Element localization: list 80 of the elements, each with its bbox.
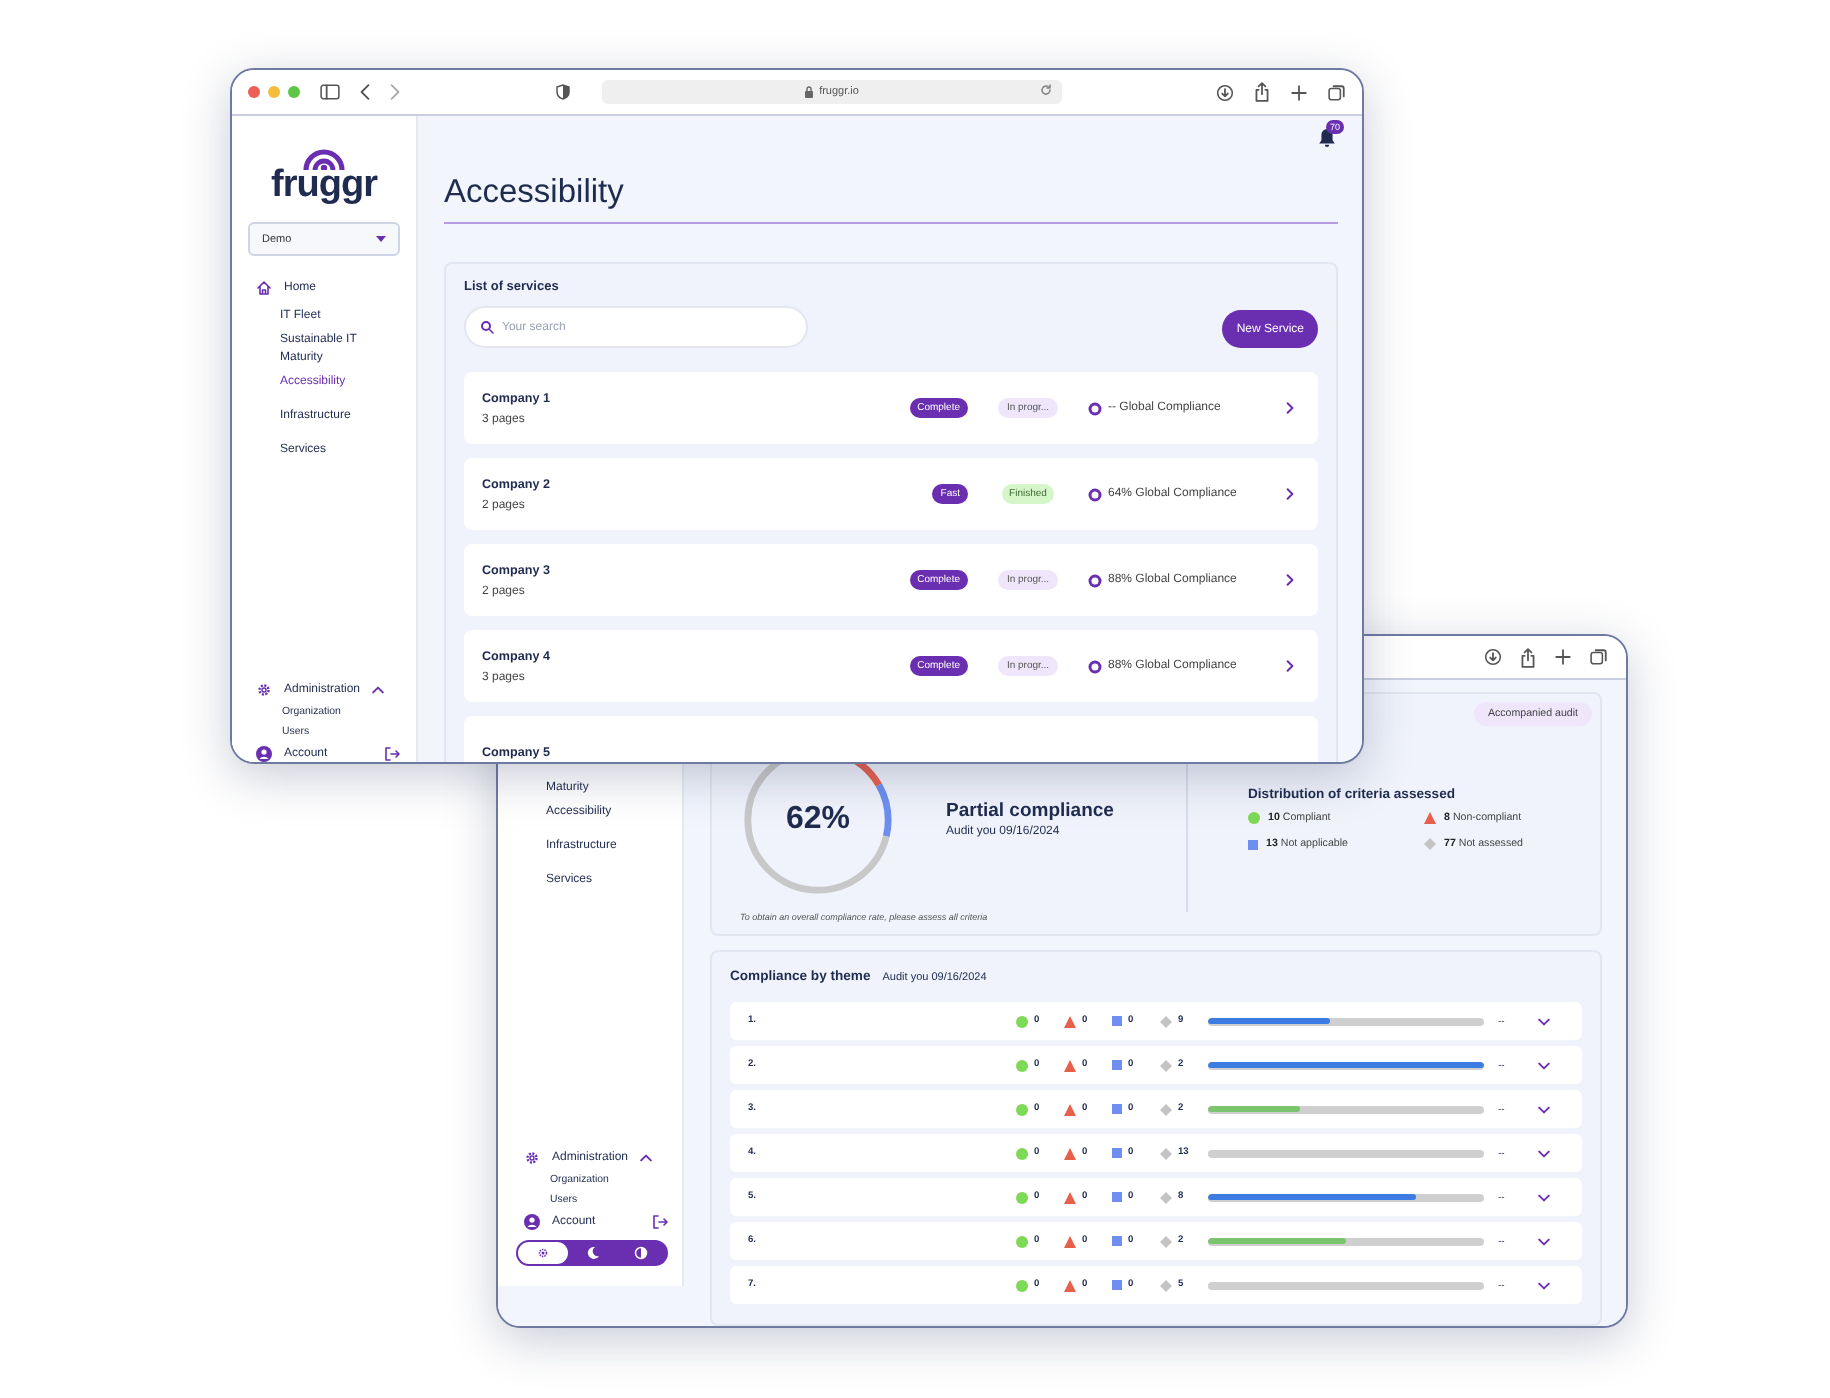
share-icon[interactable] bbox=[1520, 647, 1536, 667]
moon-icon bbox=[585, 1246, 599, 1260]
user-avatar-icon bbox=[524, 1214, 540, 1230]
chevron-down-icon[interactable] bbox=[1538, 1281, 1550, 1289]
square-icon bbox=[1112, 1192, 1122, 1202]
page-title: Accessibility bbox=[444, 174, 1338, 224]
circle-icon bbox=[1016, 1015, 1028, 1027]
triangle-icon bbox=[1064, 1147, 1076, 1159]
plus-icon[interactable] bbox=[1290, 83, 1308, 101]
share-icon[interactable] bbox=[1254, 82, 1270, 102]
diamond-icon bbox=[1160, 1059, 1172, 1071]
chevron-right-icon[interactable] bbox=[1286, 402, 1294, 414]
triangle-icon bbox=[1064, 1103, 1076, 1115]
square-icon bbox=[1112, 1236, 1122, 1246]
square-icon bbox=[1112, 1104, 1122, 1114]
diamond-icon bbox=[1160, 1015, 1172, 1027]
circle-icon bbox=[1016, 1191, 1028, 1203]
search-icon bbox=[480, 320, 494, 334]
diamond-icon bbox=[1160, 1279, 1172, 1291]
triangle-icon bbox=[1064, 1059, 1076, 1071]
square-icon bbox=[1112, 1016, 1122, 1026]
plus-icon[interactable] bbox=[1554, 648, 1572, 666]
download-icon[interactable] bbox=[1216, 83, 1234, 101]
circle-icon bbox=[1016, 1235, 1028, 1247]
square-icon bbox=[1112, 1060, 1122, 1070]
circle-icon bbox=[1016, 1147, 1028, 1159]
circle-icon bbox=[1016, 1103, 1028, 1115]
ring-icon bbox=[1088, 401, 1102, 415]
chevron-right-icon[interactable] bbox=[1286, 574, 1294, 586]
lock-icon bbox=[803, 86, 814, 98]
square-icon bbox=[1112, 1148, 1122, 1158]
diamond-icon bbox=[1160, 1103, 1172, 1115]
triangle-icon bbox=[1064, 1191, 1076, 1203]
fruggr-logo: fruggr bbox=[248, 142, 400, 202]
chevron-up-icon[interactable] bbox=[640, 1154, 653, 1162]
bell-icon[interactable] bbox=[1318, 128, 1336, 148]
tabs-icon[interactable] bbox=[1328, 83, 1346, 101]
chevron-down-icon[interactable] bbox=[1538, 1237, 1550, 1245]
ring-icon bbox=[1088, 487, 1102, 501]
diamond-icon bbox=[1160, 1191, 1172, 1203]
triangle-icon bbox=[1064, 1235, 1076, 1247]
triangle-icon bbox=[1424, 812, 1436, 824]
chevron-right-icon[interactable] bbox=[1286, 488, 1294, 500]
reload-icon[interactable] bbox=[1039, 84, 1051, 96]
gear-icon bbox=[256, 682, 272, 698]
circle-icon bbox=[1016, 1279, 1028, 1291]
compliance-score: 62% bbox=[785, 801, 851, 837]
sidebar-icon[interactable] bbox=[320, 84, 340, 100]
diamond-icon bbox=[1424, 838, 1436, 850]
chevron-down-icon[interactable] bbox=[1538, 1149, 1550, 1157]
diamond-icon bbox=[1160, 1147, 1172, 1159]
contrast-icon bbox=[634, 1246, 649, 1260]
tabs-icon[interactable] bbox=[1590, 648, 1608, 666]
chevron-down-icon[interactable] bbox=[1538, 1017, 1550, 1025]
home-icon bbox=[256, 280, 272, 296]
triangle-icon bbox=[1064, 1279, 1076, 1291]
chevron-down-icon[interactable] bbox=[1538, 1061, 1550, 1069]
ring-icon bbox=[1088, 659, 1102, 673]
sun-icon bbox=[535, 1246, 550, 1260]
close-button[interactable] bbox=[248, 86, 260, 98]
triangle-icon bbox=[1064, 1015, 1076, 1027]
compliance-status: Partial compliance bbox=[946, 800, 1116, 822]
square-icon bbox=[1248, 839, 1258, 849]
download-icon[interactable] bbox=[1484, 648, 1502, 666]
chevron-down-icon[interactable] bbox=[1538, 1193, 1550, 1201]
chevron-right-icon[interactable] bbox=[1286, 660, 1294, 672]
square-icon bbox=[1112, 1280, 1122, 1290]
circle-icon bbox=[1016, 1059, 1028, 1071]
diamond-icon bbox=[1160, 1235, 1172, 1247]
theme-option[interactable] bbox=[518, 1242, 568, 1264]
ring-icon bbox=[1088, 573, 1102, 587]
caret-down-icon bbox=[376, 236, 386, 242]
back-icon[interactable] bbox=[360, 84, 370, 100]
gear-icon bbox=[524, 1150, 540, 1166]
chevron-up-icon[interactable] bbox=[372, 686, 385, 694]
circle-icon bbox=[1248, 812, 1260, 824]
logout-icon[interactable] bbox=[652, 1214, 668, 1230]
shield-icon[interactable] bbox=[555, 84, 569, 100]
logout-icon[interactable] bbox=[384, 746, 400, 762]
chevron-down-icon[interactable] bbox=[1538, 1105, 1550, 1113]
